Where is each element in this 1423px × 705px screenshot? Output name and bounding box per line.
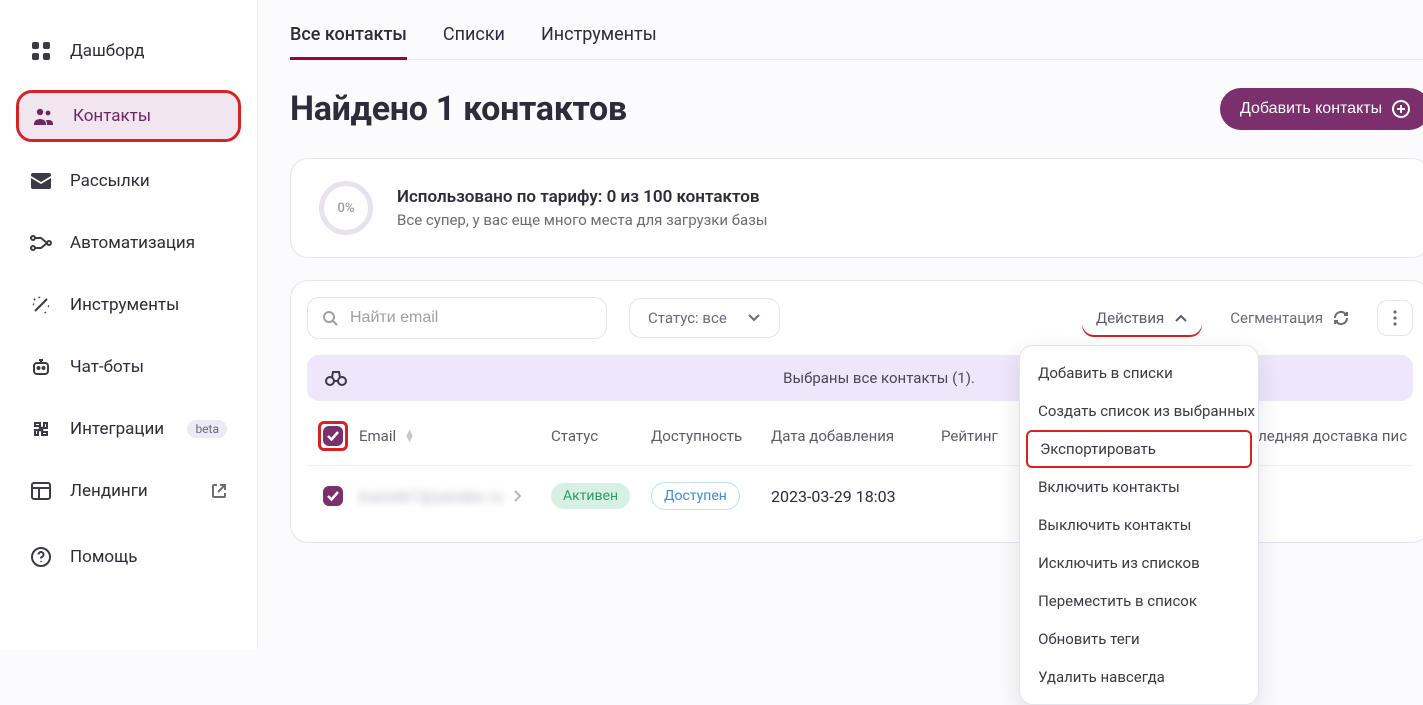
chevron-up-icon	[1174, 313, 1188, 323]
actions-item-update-tags[interactable]: Обновить теги	[1020, 620, 1258, 658]
status-filter-label: Статус: все	[648, 309, 727, 327]
sidebar-item-automation[interactable]: Автоматизация	[16, 220, 241, 266]
search-input[interactable]	[348, 308, 592, 328]
beta-badge: beta	[187, 420, 227, 438]
sidebar-item-contacts[interactable]: Контакты	[19, 93, 238, 139]
sidebar-item-tools[interactable]: Инструменты	[16, 282, 241, 328]
search-icon	[322, 310, 338, 326]
sidebar: Дашборд Контакты Рассылки Автоматизация	[0, 0, 258, 649]
sidebar-item-label: Лендинги	[70, 481, 148, 501]
main-content: Все контакты Списки Инструменты Найдено …	[258, 0, 1423, 649]
actions-item-disable[interactable]: Выключить контакты	[1020, 506, 1258, 544]
row-checkbox[interactable]	[323, 486, 343, 506]
column-date-added[interactable]: Дата добавления	[771, 427, 941, 445]
quota-percent: 0%	[338, 201, 355, 216]
plus-circle-icon	[1392, 100, 1410, 118]
quota-card: 0% Использовано по тарифу: 0 из 100 конт…	[290, 158, 1423, 258]
tabs: Все контакты Списки Инструменты	[290, 16, 1423, 60]
actions-item-create-list[interactable]: Создать список из выбранных	[1020, 392, 1258, 430]
status-filter[interactable]: Статус: все	[629, 298, 780, 338]
row-email: ksen667@yandex.ru	[359, 487, 503, 506]
sidebar-item-integrations[interactable]: Интеграции beta	[16, 406, 241, 452]
search-input-wrapper[interactable]	[307, 297, 607, 339]
sidebar-item-label: Интеграции	[70, 419, 164, 439]
help-icon	[30, 546, 52, 568]
highlight-box	[318, 421, 348, 451]
workflow-icon	[30, 232, 52, 254]
sidebar-item-label: Чат-боты	[70, 357, 144, 377]
sidebar-item-label: Рассылки	[70, 171, 150, 191]
actions-item-move[interactable]: Переместить в список	[1020, 582, 1258, 620]
actions-item-add-to-lists[interactable]: Добавить в списки	[1020, 354, 1258, 392]
sidebar-item-help[interactable]: Помощь	[16, 534, 241, 580]
sidebar-item-landings[interactable]: Лендинги	[16, 468, 241, 514]
actions-item-export[interactable]: Экспортировать	[1026, 430, 1252, 468]
sidebar-item-chatbots[interactable]: Чат-боты	[16, 344, 241, 390]
quota-ring: 0%	[319, 181, 373, 235]
segmentation-label: Сегментация	[1230, 309, 1323, 327]
sidebar-item-dashboard[interactable]: Дашборд	[16, 28, 241, 74]
actions-item-delete[interactable]: Удалить навсегда	[1020, 658, 1258, 696]
page-title: Найдено 1 контактов	[290, 89, 627, 129]
tab-lists[interactable]: Списки	[443, 16, 505, 59]
highlight-box: Контакты	[16, 90, 241, 142]
actions-item-enable[interactable]: Включить контакты	[1020, 468, 1258, 506]
quota-title: Использовано по тарифу: 0 из 100 контакт…	[397, 187, 767, 207]
status-badge: Активен	[551, 483, 630, 509]
sidebar-item-campaigns[interactable]: Рассылки	[16, 158, 241, 204]
robot-icon	[30, 356, 52, 378]
refresh-icon	[1333, 310, 1349, 326]
add-contacts-label: Добавить контакты	[1240, 100, 1382, 118]
actions-menu-button[interactable]: Действия	[1082, 299, 1202, 337]
envelope-icon	[30, 170, 52, 192]
quota-subtitle: Все супер, у вас еще много места для заг…	[397, 211, 767, 229]
row-date: 2023-03-29 18:03	[771, 487, 941, 506]
chevron-right-icon[interactable]	[513, 489, 523, 503]
people-icon	[33, 105, 55, 127]
more-vertical-icon	[1393, 310, 1397, 326]
add-contacts-button[interactable]: Добавить контакты	[1220, 88, 1423, 130]
chevron-down-icon	[747, 313, 761, 323]
tab-tools[interactable]: Инструменты	[541, 16, 657, 59]
actions-label: Действия	[1096, 309, 1164, 327]
availability-badge: Доступен	[651, 482, 740, 510]
sidebar-item-label: Контакты	[73, 106, 151, 126]
wand-icon	[30, 294, 52, 316]
actions-dropdown: Добавить в списки Создать список из выбр…	[1019, 345, 1259, 705]
sort-icon: ▲▼	[404, 430, 415, 442]
puzzle-icon	[30, 418, 52, 440]
grid-icon	[30, 40, 52, 62]
column-email[interactable]: Email ▲▼	[351, 427, 551, 445]
binoculars-icon	[325, 370, 347, 386]
layout-icon	[30, 480, 52, 502]
column-status[interactable]: Статус	[551, 427, 651, 445]
select-all-checkbox[interactable]	[323, 426, 343, 446]
toolbar: Статус: все Действия Сегментация	[290, 280, 1423, 543]
tab-all-contacts[interactable]: Все контакты	[290, 16, 407, 59]
external-link-icon	[211, 483, 227, 499]
sidebar-item-label: Помощь	[70, 547, 137, 567]
segmentation-button[interactable]: Сегментация	[1224, 299, 1355, 337]
sidebar-item-label: Автоматизация	[70, 233, 195, 253]
actions-item-exclude[interactable]: Исключить из списков	[1020, 544, 1258, 582]
sidebar-item-label: Инструменты	[70, 295, 179, 315]
sidebar-item-label: Дашборд	[70, 41, 145, 61]
column-availability[interactable]: Доступность	[651, 427, 771, 445]
more-menu-button[interactable]	[1377, 300, 1413, 336]
